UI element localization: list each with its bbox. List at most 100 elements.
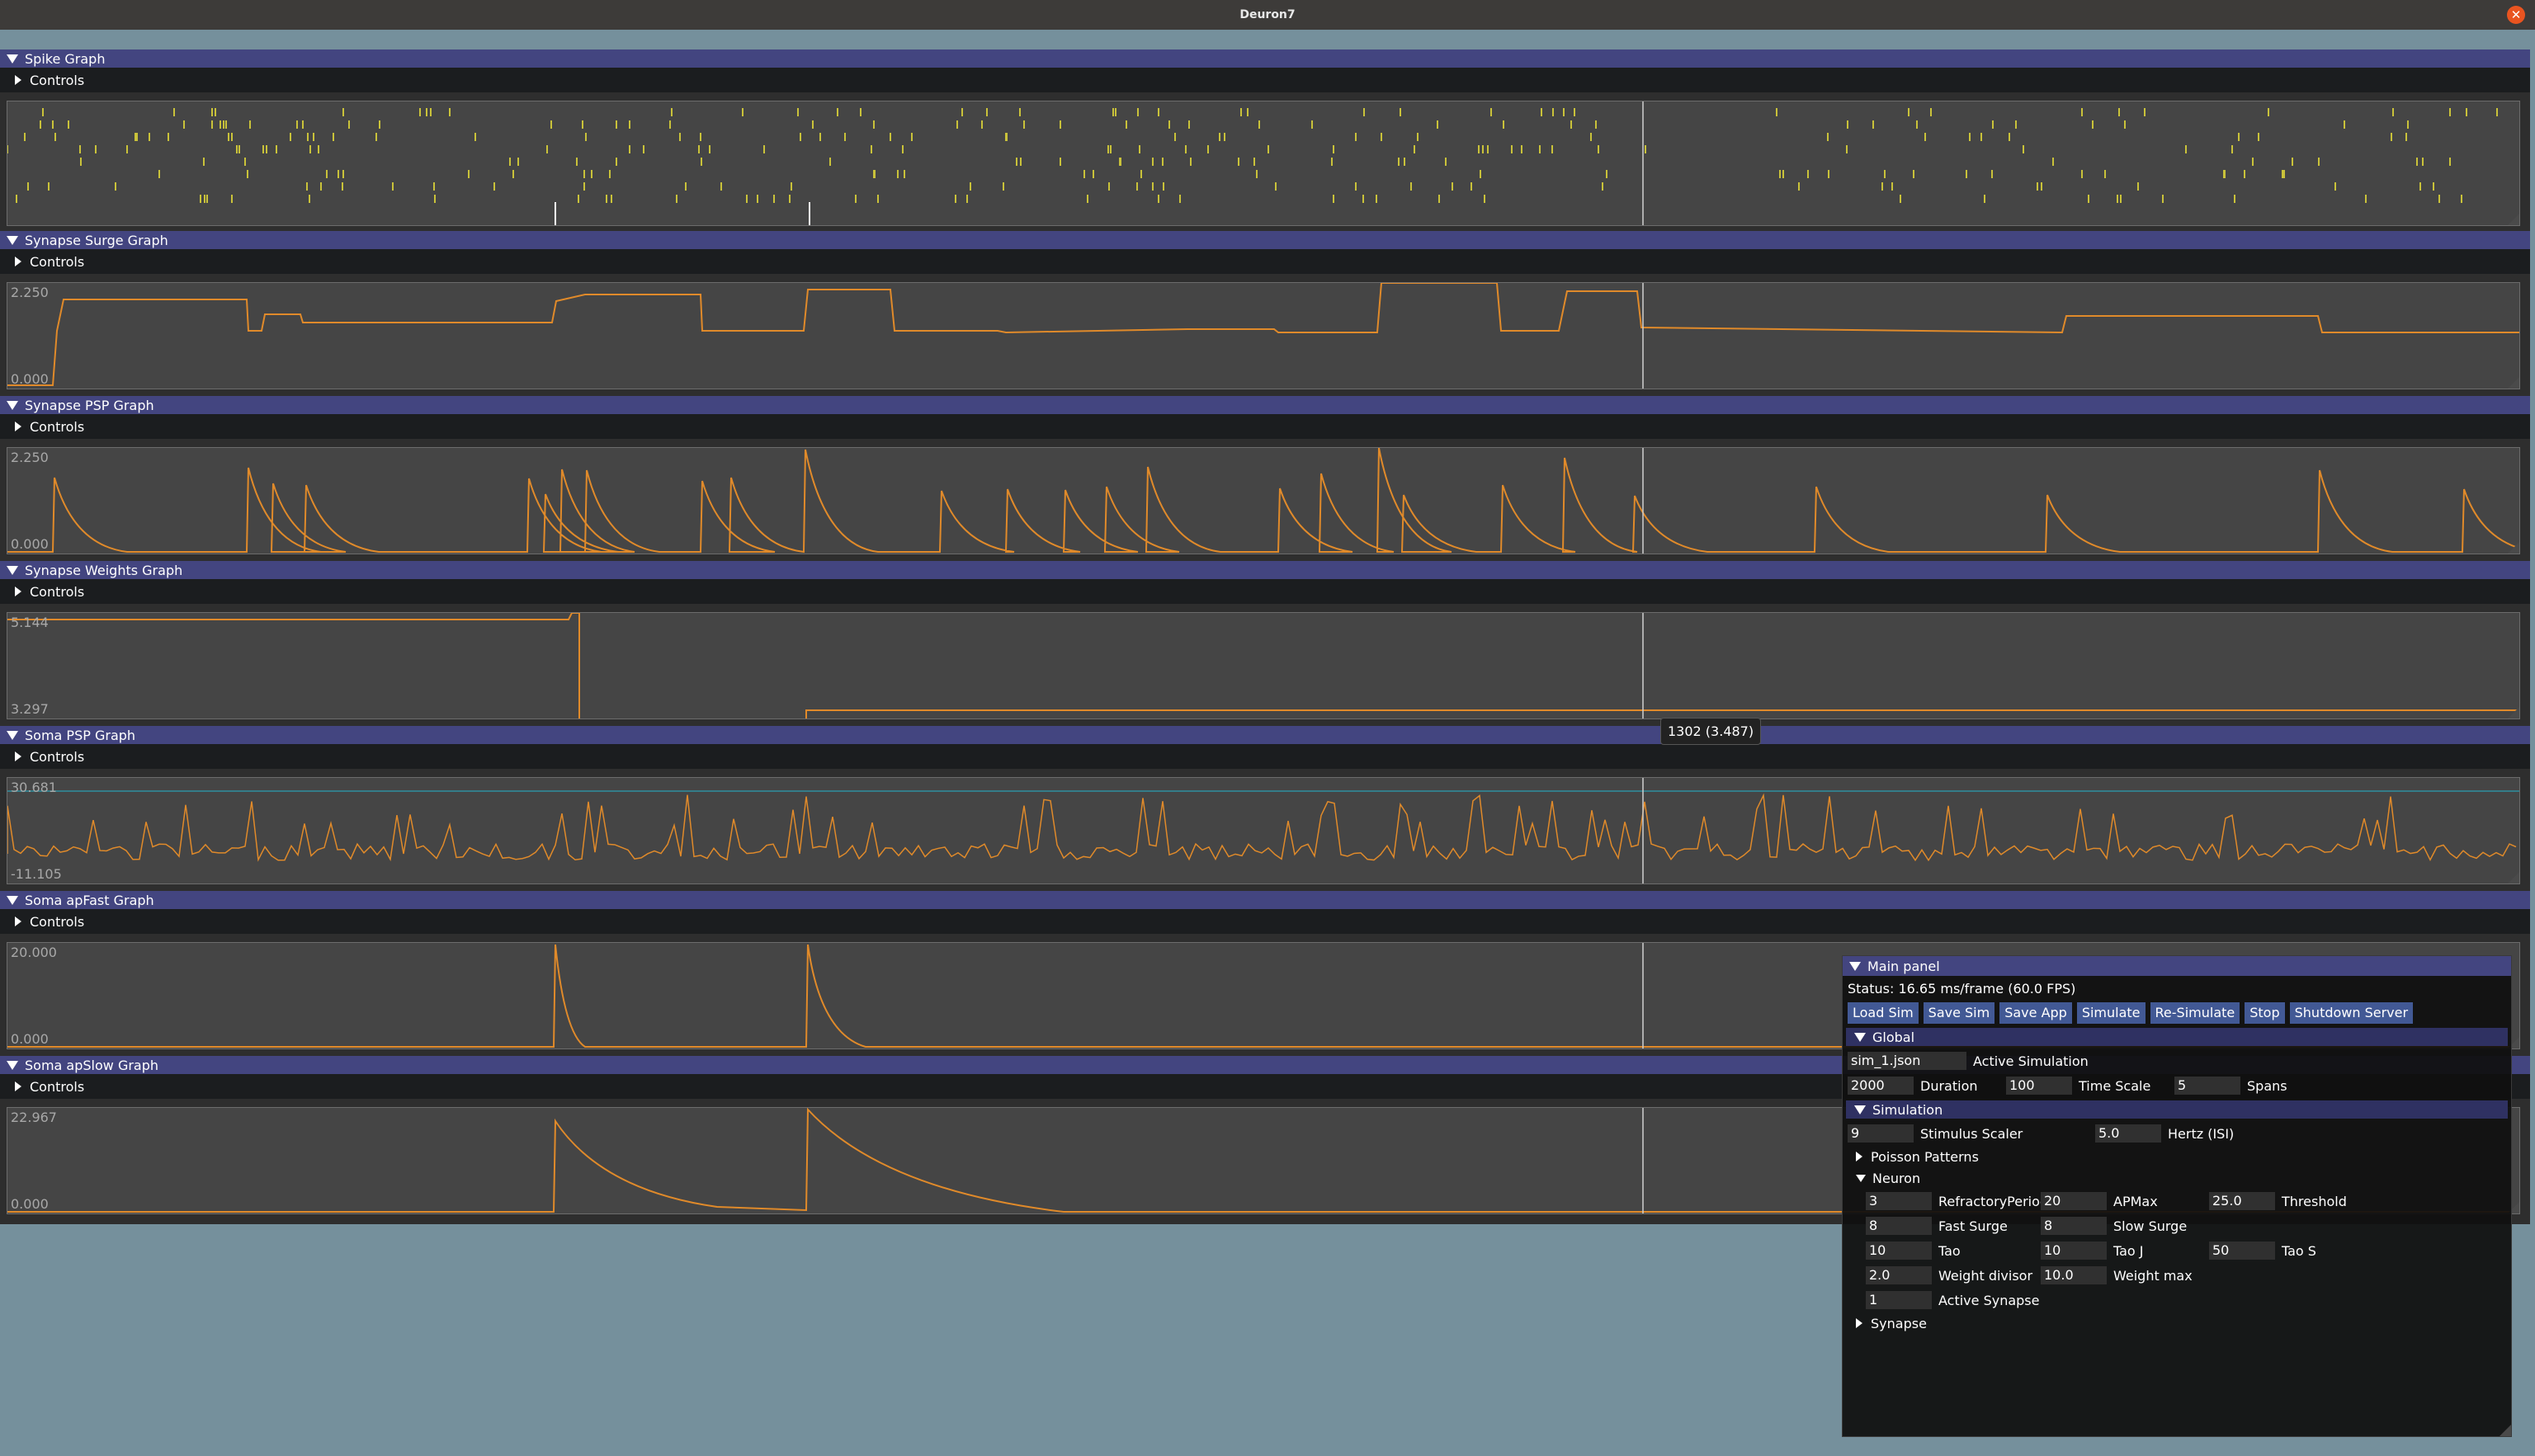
- synapse-surge-graph-plot[interactable]: 2.250 0.000: [7, 282, 2520, 389]
- neuron-row-2: 8 Fast Surge 8 Slow Surge: [1843, 1213, 2511, 1238]
- collapse-arrow-icon: [7, 565, 18, 575]
- hertz-field[interactable]: 5.0: [2095, 1124, 2161, 1143]
- window-title: Deuron7: [1239, 8, 1296, 21]
- main-panel-header[interactable]: Main panel: [1843, 956, 2511, 976]
- expand-arrow-icon: [15, 257, 21, 266]
- save-app-button[interactable]: Save App: [1999, 1002, 2072, 1024]
- collapse-arrow-icon: [1854, 1032, 1866, 1042]
- collapse-arrow-icon: [1856, 1174, 1866, 1182]
- soma-trace: [7, 793, 2517, 862]
- y-max-label: 2.250: [11, 285, 49, 300]
- spike-graph-controls[interactable]: Controls: [0, 68, 2530, 92]
- stimulus-scaler-field[interactable]: 9: [1848, 1124, 1914, 1143]
- shutdown-server-button[interactable]: Shutdown Server: [2289, 1002, 2414, 1024]
- y-min-label: 3.297: [11, 701, 49, 717]
- collapse-arrow-icon: [7, 730, 18, 740]
- time-scale-label: Time Scale: [2079, 1077, 2151, 1094]
- collapse-arrow-icon: [1849, 961, 1861, 971]
- controls-label: Controls: [30, 748, 85, 765]
- spike-raster: [7, 108, 2498, 203]
- graph-title: Synapse PSP Graph: [25, 397, 154, 413]
- load-sim-button[interactable]: Load Sim: [1848, 1002, 1919, 1024]
- expand-arrow-icon: [15, 752, 21, 761]
- weight-divisor-field[interactable]: 2.0: [1866, 1266, 1932, 1284]
- save-sim-button[interactable]: Save Sim: [1923, 1002, 1995, 1024]
- spike-graph: Spike Graph Controls: [0, 49, 2530, 226]
- slow-surge-field[interactable]: 8: [2041, 1217, 2107, 1235]
- neuron-row-1: 3 RefractoryPeriod 20 APMax 25.0 Thresho…: [1843, 1189, 2511, 1213]
- controls-label: Controls: [30, 583, 85, 600]
- soma-psp-graph-controls[interactable]: Controls: [0, 744, 2530, 769]
- global-section-title: Global: [1872, 1029, 1915, 1045]
- soma-apfast-graph-controls[interactable]: Controls: [0, 909, 2530, 934]
- stimulus-scaler-label: Stimulus Scaler: [1920, 1125, 2023, 1142]
- time-scale-field[interactable]: 100: [2006, 1077, 2072, 1095]
- synapse-psp-graph-header[interactable]: Synapse PSP Graph: [0, 396, 2530, 414]
- spans-field[interactable]: 5: [2174, 1077, 2240, 1095]
- refractory-period-field[interactable]: 3: [1866, 1192, 1932, 1210]
- controls-label: Controls: [30, 72, 85, 88]
- synapse-psp-graph-controls[interactable]: Controls: [0, 414, 2530, 439]
- soma-psp-graph-header[interactable]: Soma PSP Graph: [0, 726, 2530, 744]
- refractory-period-label: RefractoryPeriod: [1938, 1193, 2049, 1209]
- close-window-button[interactable]: ✕: [2507, 6, 2525, 24]
- global-section-header[interactable]: Global: [1846, 1028, 2508, 1046]
- weight-max-label: Weight max: [2113, 1267, 2193, 1284]
- graph-title: Synapse Surge Graph: [25, 232, 168, 248]
- poisson-patterns-label: Poisson Patterns: [1871, 1148, 1979, 1165]
- expand-arrow-icon: [1856, 1152, 1862, 1162]
- duration-label: Duration: [1920, 1077, 1978, 1094]
- resize-grip[interactable]: [2508, 214, 2519, 225]
- synapse-node[interactable]: Synapse: [1843, 1312, 2511, 1334]
- poisson-patterns-node[interactable]: Poisson Patterns: [1843, 1146, 2511, 1167]
- spike-graph-plot[interactable]: [7, 101, 2520, 226]
- resize-grip[interactable]: [2500, 1425, 2511, 1436]
- graph-title: Synapse Weights Graph: [25, 562, 183, 578]
- synapse-weights-graph-header[interactable]: Synapse Weights Graph: [0, 561, 2530, 579]
- synapse-surge-graph-header[interactable]: Synapse Surge Graph: [0, 231, 2530, 249]
- soma-apfast-graph-header[interactable]: Soma apFast Graph: [0, 891, 2530, 909]
- expand-arrow-icon: [15, 1081, 21, 1091]
- simulation-section-header[interactable]: Simulation: [1846, 1100, 2508, 1119]
- synapse-psp-graph-canvas: [7, 448, 2519, 554]
- tao-field[interactable]: 10: [1866, 1242, 1932, 1260]
- resize-grip[interactable]: [2508, 542, 2519, 554]
- y-min-label: 0.000: [11, 1196, 49, 1212]
- active-synapse-field[interactable]: 1: [1866, 1291, 1932, 1309]
- duration-field[interactable]: 2000: [1848, 1077, 1914, 1095]
- synapse-weights-graph-controls[interactable]: Controls: [0, 579, 2530, 604]
- spike-graph-header[interactable]: Spike Graph: [0, 49, 2530, 68]
- y-max-label: 2.250: [11, 450, 49, 465]
- resize-grip[interactable]: [2508, 707, 2519, 719]
- neuron-node[interactable]: Neuron: [1843, 1167, 2511, 1189]
- resize-grip[interactable]: [2508, 872, 2519, 883]
- global-params-row: 2000 Duration 100 Time Scale 5 Spans: [1843, 1073, 2511, 1098]
- synapse-psp-graph: Synapse PSP Graph Controls 2.250 0.000: [0, 396, 2530, 554]
- synapse-surge-graph-controls[interactable]: Controls: [0, 249, 2530, 274]
- surge-trace: [7, 283, 2519, 386]
- graph-title: Soma PSP Graph: [25, 727, 136, 743]
- expand-arrow-icon: [15, 75, 21, 85]
- fast-surge-field[interactable]: 8: [1866, 1217, 1932, 1235]
- synapse-weights-graph-plot[interactable]: 5.144 3.297: [7, 612, 2520, 719]
- tao-s-field[interactable]: 50: [2209, 1242, 2275, 1260]
- neuron-label: Neuron: [1872, 1170, 1921, 1186]
- resize-grip[interactable]: [2508, 377, 2519, 389]
- soma-psp-graph-canvas: [7, 778, 2519, 883]
- soma-psp-graph-plot[interactable]: 30.681 -11.105: [7, 777, 2520, 884]
- weight-max-field[interactable]: 10.0: [2041, 1266, 2107, 1284]
- re-simulate-button[interactable]: Re-Simulate: [2150, 1002, 2240, 1024]
- active-simulation-field[interactable]: sim_1.json: [1848, 1052, 1966, 1070]
- active-simulation-row: sim_1.json Active Simulation: [1843, 1048, 2511, 1073]
- soma-apfast-graph: Soma apFast Graph Controls 20.000 0.000: [0, 891, 2530, 1049]
- stimulus-marker: [555, 202, 810, 225]
- threshold-field[interactable]: 25.0: [2209, 1192, 2275, 1210]
- apmax-field[interactable]: 20: [2041, 1192, 2107, 1210]
- synapse-psp-graph-plot[interactable]: 2.250 0.000: [7, 447, 2520, 554]
- neuron-row-3: 10 Tao 10 Tao J 50 Tao S: [1843, 1238, 2511, 1263]
- tao-j-field[interactable]: 10: [2041, 1242, 2107, 1260]
- tao-label: Tao: [1938, 1242, 1961, 1259]
- status-text: Status: 16.65 ms/frame (60.0 FPS): [1848, 980, 2076, 997]
- stop-button[interactable]: Stop: [2245, 1002, 2285, 1024]
- simulate-button[interactable]: Simulate: [2076, 1002, 2146, 1024]
